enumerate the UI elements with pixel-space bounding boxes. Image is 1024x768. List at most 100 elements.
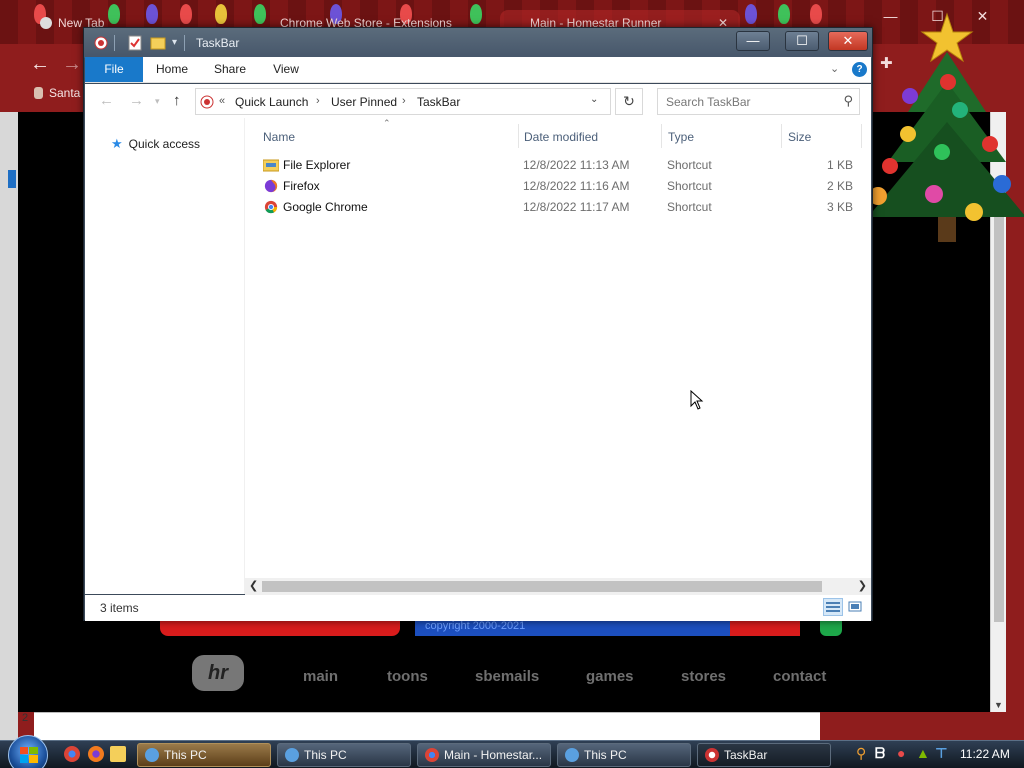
recent-locations-chevron-icon[interactable]: ▾ bbox=[155, 96, 160, 107]
site-nav-games[interactable]: games bbox=[586, 668, 634, 685]
taskbar-button-label: This PC bbox=[584, 748, 627, 762]
column-header-size[interactable]: Size bbox=[788, 130, 811, 144]
large-icons-view-button[interactable] bbox=[845, 598, 865, 616]
sort-ascending-icon: ⌃ bbox=[383, 118, 391, 128]
file-row-file-explorer[interactable]: File Explorer 12/8/2022 11:13 AM Shortcu… bbox=[261, 155, 861, 176]
taskbar-button-this-pc[interactable]: This PC bbox=[557, 743, 691, 767]
minimize-button[interactable]: — bbox=[736, 31, 770, 51]
details-view-button[interactable] bbox=[823, 598, 843, 616]
forward-arrow-icon[interactable]: → bbox=[58, 50, 86, 78]
customize-toolbar-chevron-icon[interactable]: ▾ bbox=[172, 35, 177, 51]
scroll-left-arrow-icon[interactable]: ❮ bbox=[249, 579, 258, 592]
chrome-icon bbox=[264, 200, 278, 214]
bookmark-label: Santa bbox=[49, 86, 81, 100]
properties-icon[interactable] bbox=[128, 35, 142, 51]
column-divider[interactable] bbox=[781, 124, 782, 148]
tray-tree-icon[interactable]: ▲ bbox=[916, 745, 930, 761]
hrwiki-logo[interactable]: hr bbox=[192, 655, 244, 691]
breadcrumb-taskbar[interactable]: TaskBar bbox=[417, 95, 460, 109]
this-pc-icon bbox=[565, 748, 579, 762]
column-header-date-modified[interactable]: Date modified bbox=[524, 130, 598, 144]
light-bulb-decoration bbox=[810, 4, 822, 24]
breadcrumb-quick-launch[interactable]: Quick Launch bbox=[235, 95, 308, 109]
file-explorer-icon[interactable] bbox=[110, 746, 126, 762]
address-row: ← → ▾ ↑ « Quick Launch › User Pinned › T… bbox=[85, 84, 871, 118]
file-row-firefox[interactable]: Firefox 12/8/2022 11:16 AM Shortcut 2 KB bbox=[261, 176, 861, 197]
site-nav-sbemails[interactable]: sbemails bbox=[475, 668, 539, 685]
tab-home[interactable]: Home bbox=[147, 57, 197, 82]
chrome-icon[interactable] bbox=[64, 746, 80, 762]
site-nav-stores[interactable]: stores bbox=[681, 668, 726, 685]
file-list: ⌃ Name Date modified Type Size File Expl… bbox=[245, 118, 871, 594]
file-date: 12/8/2022 11:13 AM bbox=[523, 158, 630, 172]
file-size: 1 KB bbox=[826, 158, 853, 172]
site-nav-main[interactable]: main bbox=[303, 668, 338, 685]
tray-language-icon[interactable]: ⊤ bbox=[935, 745, 948, 762]
scroll-right-arrow-icon[interactable]: ❯ bbox=[858, 579, 867, 592]
close-button[interactable]: ✕ bbox=[828, 31, 868, 51]
taskbar-button-this-pc[interactable]: This PC bbox=[137, 743, 271, 767]
taskbar-button-label: TaskBar bbox=[724, 748, 768, 762]
column-header-name[interactable]: Name bbox=[263, 130, 295, 144]
title-bar[interactable]: ▾ TaskBar — ☐ ✕ bbox=[84, 28, 872, 58]
scrollbar-thumb[interactable] bbox=[262, 581, 822, 592]
nav-item-quick-access[interactable]: ★ Quick access bbox=[111, 136, 200, 152]
search-icon: ⚲ bbox=[843, 93, 853, 108]
breadcrumb-user-pinned[interactable]: User Pinned bbox=[331, 95, 397, 109]
search-icon[interactable]: ⚲ bbox=[856, 745, 866, 762]
taskbar-folder-app-icon bbox=[94, 36, 108, 50]
file-name: Google Chrome bbox=[283, 200, 368, 214]
address-dropdown-chevron-icon[interactable]: ⌄ bbox=[590, 94, 598, 105]
file-size: 3 KB bbox=[826, 200, 853, 214]
tab-file[interactable]: File bbox=[85, 57, 143, 82]
firefox-icon[interactable] bbox=[88, 746, 104, 762]
back-arrow-icon[interactable]: ← bbox=[26, 50, 54, 78]
breadcrumb-overflow[interactable]: « bbox=[219, 95, 225, 107]
start-button[interactable] bbox=[8, 735, 48, 768]
navigation-pane: ★ Quick access bbox=[85, 118, 245, 594]
address-bar[interactable]: « Quick Launch › User Pinned › TaskBar ⌄ bbox=[195, 88, 611, 115]
forward-arrow-icon[interactable]: → bbox=[129, 92, 144, 109]
file-name: Firefox bbox=[283, 179, 320, 193]
back-arrow-icon[interactable]: ← bbox=[99, 92, 114, 109]
item-count: 3 items bbox=[100, 601, 139, 615]
file-row-google-chrome[interactable]: Google Chrome 12/8/2022 11:17 AM Shortcu… bbox=[261, 197, 861, 218]
taskbar-button-homestar[interactable]: Main - Homestar... bbox=[417, 743, 551, 767]
column-header-type[interactable]: Type bbox=[668, 130, 694, 144]
refresh-button[interactable]: ↻ bbox=[615, 88, 643, 115]
tab-share[interactable]: Share bbox=[205, 57, 255, 82]
breadcrumb-separator-icon[interactable]: › bbox=[402, 95, 406, 107]
bookmark-santa[interactable]: Santa bbox=[34, 86, 80, 100]
scrollbar-thumb[interactable] bbox=[994, 212, 1004, 622]
ribbon-tabs: File Home Share View ⌄ ? bbox=[85, 57, 871, 83]
help-button[interactable]: ? bbox=[852, 62, 867, 77]
up-arrow-icon[interactable]: ↑ bbox=[173, 92, 181, 109]
site-nav-contact[interactable]: contact bbox=[773, 668, 826, 685]
maximize-button[interactable]: ☐ bbox=[785, 31, 819, 51]
column-divider[interactable] bbox=[518, 124, 519, 148]
taskbar-button-taskbar-folder[interactable]: TaskBar bbox=[697, 743, 831, 767]
file-date: 12/8/2022 11:17 AM bbox=[523, 200, 630, 214]
column-divider[interactable] bbox=[661, 124, 662, 148]
this-pc-icon bbox=[145, 748, 159, 762]
page-accent bbox=[8, 170, 16, 188]
breadcrumb-separator-icon[interactable]: › bbox=[316, 95, 320, 107]
horizontal-scrollbar[interactable]: ❮ ❯ bbox=[245, 578, 871, 595]
file-type: Shortcut bbox=[667, 179, 712, 193]
this-pc-icon bbox=[285, 748, 299, 762]
page-number: 2 bbox=[22, 712, 29, 724]
tab-view[interactable]: View bbox=[261, 57, 311, 82]
firefox-icon bbox=[264, 179, 278, 193]
file-type: Shortcut bbox=[667, 158, 712, 172]
search-input[interactable]: Search TaskBar ⚲ bbox=[657, 88, 860, 115]
expand-ribbon-chevron-icon[interactable]: ⌄ bbox=[830, 62, 839, 75]
taskbar-button-this-pc[interactable]: This PC bbox=[277, 743, 411, 767]
tray-santa-icon[interactable]: ● bbox=[897, 745, 905, 761]
tray-b-icon[interactable]: ᗷ bbox=[875, 745, 885, 762]
system-clock[interactable]: 11:22 AM bbox=[960, 747, 1010, 761]
scroll-down-arrow-icon[interactable]: ▼ bbox=[994, 700, 1003, 710]
site-nav-toons[interactable]: toons bbox=[387, 668, 428, 685]
column-divider[interactable] bbox=[861, 124, 862, 148]
left-page-edge bbox=[0, 112, 18, 740]
new-folder-icon[interactable] bbox=[150, 35, 166, 51]
